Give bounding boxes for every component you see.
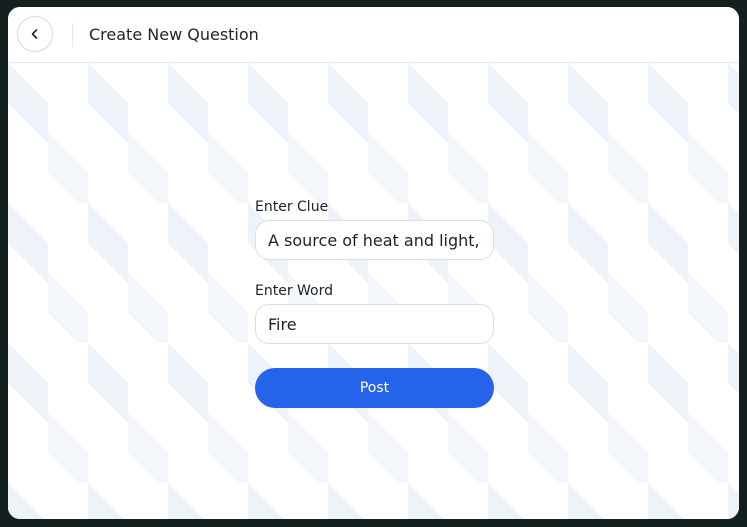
header-bar: Create New Question <box>8 7 739 63</box>
header-divider <box>72 23 73 47</box>
word-input[interactable] <box>255 304 494 344</box>
clue-input[interactable] <box>255 220 494 260</box>
app-window: Create New Question Enter Clue Enter Wor… <box>8 7 739 519</box>
post-button[interactable]: Post <box>255 368 494 408</box>
page-title: Create New Question <box>89 25 259 44</box>
word-label: Enter Word <box>255 283 334 299</box>
chevron-left-icon <box>31 29 38 39</box>
form-area: Enter Clue Enter Word Post <box>8 63 739 519</box>
back-button[interactable] <box>17 16 53 52</box>
background-pattern <box>8 63 739 519</box>
clue-label: Enter Clue <box>255 199 329 215</box>
